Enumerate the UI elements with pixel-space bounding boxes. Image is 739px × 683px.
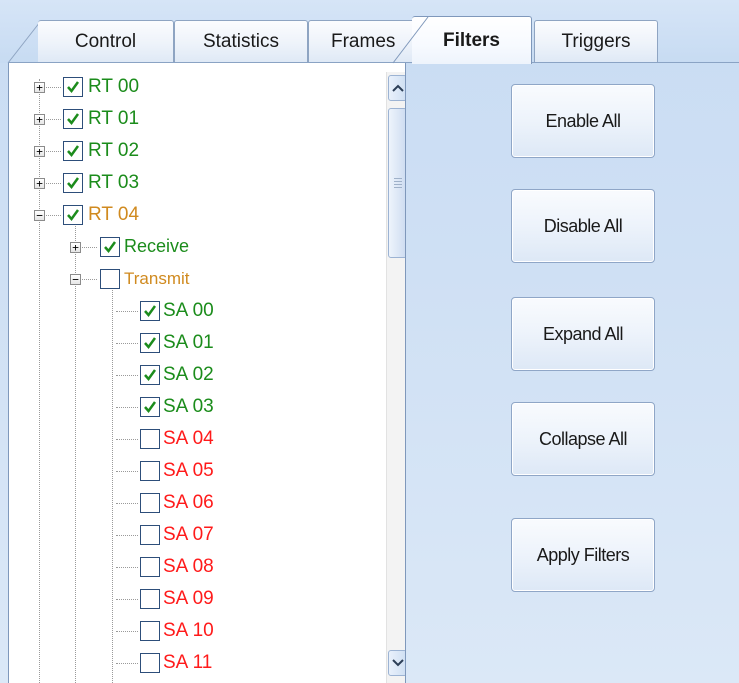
minus-icon[interactable]: − [70,274,81,285]
rt00-checkbox[interactable] [63,77,83,97]
sa08-checkbox[interactable] [140,557,160,577]
rt00-label: RT 00 [88,76,140,97]
tab-statistics[interactable]: Statistics [174,20,308,62]
sa10-checkbox[interactable] [140,621,160,641]
scroll-up-button[interactable] [388,75,405,101]
tree-guide-transmit [112,285,113,683]
chevron-up-icon [391,84,404,92]
receive-checkbox[interactable] [100,237,120,257]
disable-all-button[interactable]: Disable All [511,189,655,263]
filter-tree[interactable]: + RT 00 + RT 01 + RT 02 + RT 03 − RT 04 [8,63,406,683]
checkmark-icon [67,209,80,222]
expand-all-button[interactable]: Expand All [511,297,655,371]
plus-icon[interactable]: + [70,242,81,253]
rt02-checkbox[interactable] [63,141,83,161]
plus-icon[interactable]: + [34,146,45,157]
checkmark-icon [144,401,157,414]
rt03-label: RT 03 [88,172,140,193]
sa07-checkbox[interactable] [140,525,160,545]
rt02-label: RT 02 [88,140,140,161]
scroll-down-button[interactable] [388,650,405,676]
tree-guide-root [39,79,40,683]
sa01-label: SA 01 [163,332,214,353]
sa09-label: SA 09 [163,588,214,609]
tab-statistics-label: Statistics [202,30,280,52]
rt03-checkbox[interactable] [63,173,83,193]
tab-strip: Control Statistics Frames Filters Trigge… [0,0,739,64]
sa03-checkbox[interactable] [140,397,160,417]
checkmark-icon [67,81,80,94]
checkmark-icon [144,337,157,350]
tree-scrollbar[interactable] [386,72,405,683]
apply-filters-button[interactable]: Apply Filters [511,518,655,592]
tab-triggers-label: Triggers [561,30,631,52]
sa00-label: SA 00 [163,300,214,321]
sa02-label: SA 02 [163,364,214,385]
checkmark-icon [67,113,80,126]
apply-filters-label: Apply Filters [536,544,630,565]
scroll-thumb[interactable] [388,108,405,258]
tab-frames-label: Frames [331,30,396,52]
tab-control[interactable]: Control [38,20,174,62]
sa03-label: SA 03 [163,396,214,417]
rt01-label: RT 01 [88,108,140,129]
transmit-checkbox[interactable] [100,269,120,289]
sa02-checkbox[interactable] [140,365,160,385]
minus-icon[interactable]: − [34,210,45,221]
sa04-label: SA 04 [163,428,214,449]
rt04-checkbox[interactable] [63,205,83,225]
chevron-down-icon [391,659,404,667]
sa05-label: SA 05 [163,460,214,481]
checkmark-icon [144,369,157,382]
tab-filters-slant [392,16,429,64]
sa11-checkbox[interactable] [140,653,160,673]
sa01-checkbox[interactable] [140,333,160,353]
plus-icon[interactable]: + [34,82,45,93]
rt01-checkbox[interactable] [63,109,83,129]
checkmark-icon [67,145,80,158]
expand-all-label: Expand All [542,323,624,344]
collapse-all-button[interactable]: Collapse All [511,402,655,476]
tab-triggers[interactable]: Triggers [534,20,658,62]
sa04-checkbox[interactable] [140,429,160,449]
collapse-all-label: Collapse All [538,428,628,449]
checkmark-icon [104,241,117,254]
tab-control-label: Control [74,30,137,52]
sa11-label: SA 11 [163,652,213,673]
sa06-label: SA 06 [163,492,214,513]
sa00-checkbox[interactable] [140,301,160,321]
checkmark-icon [144,305,157,318]
sa09-checkbox[interactable] [140,589,160,609]
sa05-checkbox[interactable] [140,461,160,481]
checkmark-icon [67,177,80,190]
enable-all-label: Enable All [545,110,621,131]
sa07-label: SA 07 [163,524,214,545]
rt04-label: RT 04 [88,204,140,225]
disable-all-label: Disable All [543,215,623,236]
sa08-label: SA 08 [163,556,214,577]
tab-filters-label: Filters [442,29,501,51]
sa10-label: SA 10 [163,620,214,641]
sa06-checkbox[interactable] [140,493,160,513]
plus-icon[interactable]: + [34,178,45,189]
plus-icon[interactable]: + [34,114,45,125]
enable-all-button[interactable]: Enable All [511,84,655,158]
transmit-label: Transmit [124,269,190,288]
receive-label: Receive [124,236,190,256]
filters-window: Control Statistics Frames Filters Trigge… [0,0,739,683]
tree-guide-rt04 [75,223,76,683]
